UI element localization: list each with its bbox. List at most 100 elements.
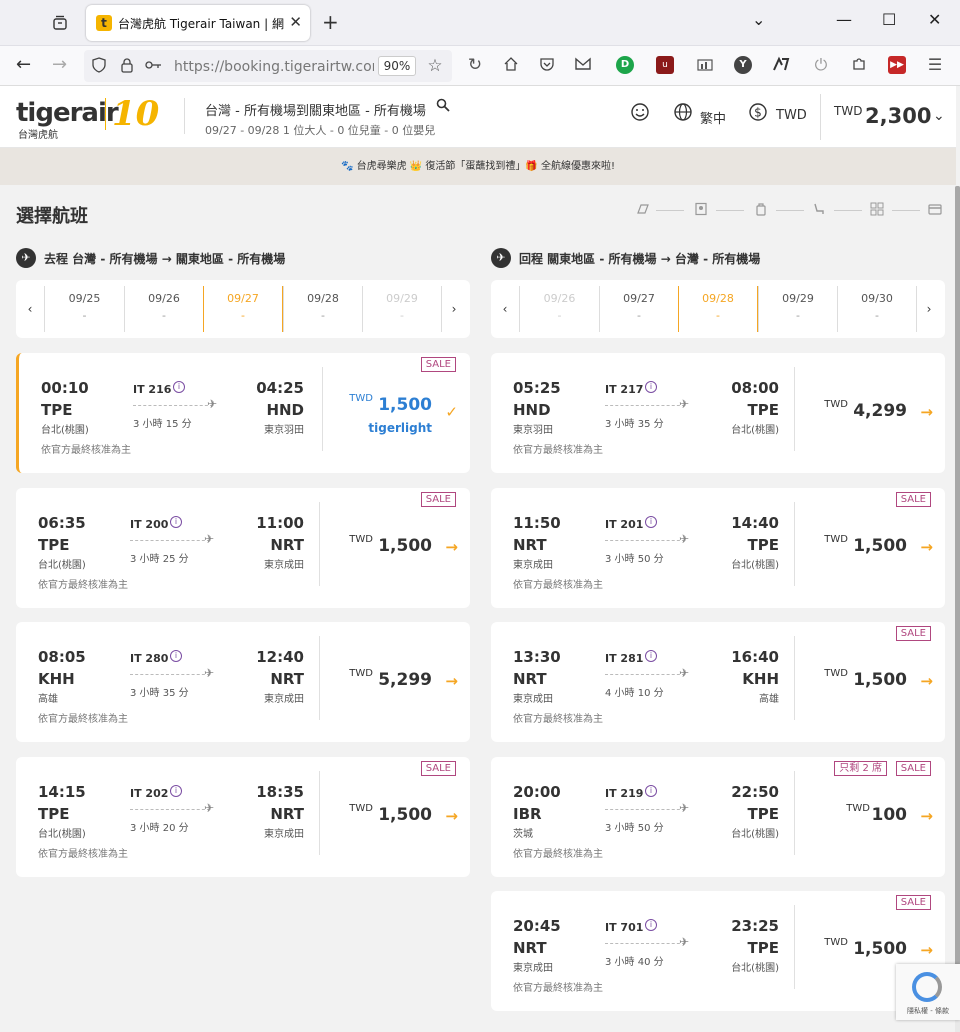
flight-info-icon[interactable]: i <box>645 515 657 528</box>
arrival-time: 14:40 <box>731 513 779 532</box>
select-arrow-icon[interactable]: → <box>920 538 933 556</box>
extension-d-icon[interactable]: D <box>616 56 634 74</box>
flight-info-icon[interactable]: i <box>170 784 182 797</box>
date-tab[interactable]: 09/30 - <box>837 286 917 332</box>
app-menu-icon[interactable]: ☰ <box>926 56 944 74</box>
route-dashed-line <box>605 808 685 810</box>
flight-card[interactable]: 08:05 KHH 高雄 IT 280 i ✈ 3 小時 35 分 12:40 NRT 東京成田依… <box>16 622 470 742</box>
pocket-icon[interactable] <box>538 56 556 74</box>
select-arrow-icon[interactable]: → <box>920 672 933 690</box>
flight-card[interactable]: 20:45 NRT 東京成田 IT 701 i ✈ 3 小時 40 分 23:25 TPE 台北(… <box>491 891 945 1011</box>
tab-overview-icon[interactable] <box>50 13 70 33</box>
extension-y-icon[interactable]: Y <box>734 56 752 74</box>
tab-list-chevron-icon[interactable]: ⌄ <box>752 10 765 29</box>
tab-close-icon[interactable]: ✕ <box>289 13 302 31</box>
recaptcha-badge[interactable]: 隱私權 - 條款 <box>896 964 960 1020</box>
extension-chart-icon[interactable] <box>696 56 714 74</box>
flight-info-icon[interactable]: i <box>645 650 657 662</box>
fare-price[interactable]: 100 <box>872 805 908 825</box>
window-close-icon[interactable]: ✕ <box>928 10 941 29</box>
date-tab[interactable]: 09/27 - <box>598 286 679 332</box>
select-arrow-icon[interactable]: → <box>920 807 933 825</box>
outbound-prev-date-icon[interactable]: ‹ <box>16 280 44 338</box>
scrollbar-thumb[interactable] <box>955 186 960 966</box>
home-icon[interactable] <box>502 56 520 74</box>
flight-info-icon[interactable]: i <box>170 650 182 662</box>
flight-info-icon[interactable]: i <box>170 515 182 528</box>
language-selector[interactable]: 繁中 <box>700 108 726 127</box>
reload-icon[interactable]: ↻ <box>466 56 484 74</box>
flight-card[interactable]: 06:35 TPE 台北(桃園) IT 200 i ✈ 3 小時 25 分 11:00 NRT 東… <box>16 487 470 608</box>
currency-selector[interactable]: TWD <box>776 108 807 123</box>
flight-card[interactable]: 20:00 IBR 茨城 IT 219 i ✈ 3 小時 50 分 22:50 TPE 台北(桃園… <box>491 756 945 877</box>
plane-icon: ✈ <box>679 935 690 949</box>
flight-card[interactable]: 14:15 TPE 台北(桃園) IT 202 i ✈ 3 小時 20 分 18:35 NRT 東… <box>16 756 470 877</box>
back-arrow-icon[interactable]: ← <box>16 54 31 75</box>
ublock-icon[interactable]: u <box>656 56 674 74</box>
inbound-next-date-icon[interactable]: › <box>915 280 943 338</box>
fare-price[interactable]: 1,500 <box>853 670 907 690</box>
star-icon[interactable]: ☆ <box>426 57 444 75</box>
currency-dollar-icon[interactable]: $ <box>748 102 768 126</box>
search-route[interactable]: 台灣 - 所有機場到關東地區 - 所有機場 <box>205 100 426 119</box>
date-tab[interactable]: 09/29 - <box>757 286 838 332</box>
forward-arrow-icon[interactable]: → <box>52 54 67 75</box>
select-arrow-icon[interactable]: → <box>920 403 933 421</box>
browser-navbar: ← → https://booking.tigerairtw.com 90% ☆… <box>0 46 960 86</box>
flight-card[interactable]: 11:50 NRT 東京成田 IT 201 i ✈ 3 小時 50 分 14:40 TPE 台北(… <box>491 487 945 608</box>
recaptcha-terms[interactable]: 隱私權 - 條款 <box>898 1006 958 1016</box>
key-permissions-icon[interactable] <box>144 57 162 75</box>
gmail-icon[interactable] <box>574 56 592 74</box>
minimize-icon[interactable]: — <box>836 10 852 29</box>
extension-forward-icon[interactable]: ▶▶ <box>888 56 906 74</box>
fare-price[interactable]: 1,500 <box>853 939 907 959</box>
flight-card[interactable]: 00:10 TPE 台北(桃園) IT 216 i ✈ 3 小時 15 分 04:25 HND 東… <box>16 353 470 473</box>
outbound-next-date-icon[interactable]: › <box>440 280 468 338</box>
search-icon[interactable] <box>436 98 450 116</box>
flight-info-icon[interactable]: i <box>645 919 657 931</box>
page-scrollbar[interactable] <box>955 186 960 1032</box>
power-icon[interactable]: ⏻ <box>812 56 830 74</box>
inbound-prev-date-icon[interactable]: ‹ <box>491 280 519 338</box>
select-arrow-icon[interactable]: → <box>445 807 458 825</box>
flight-card[interactable]: 13:30 NRT 東京成田 IT 281 i ✈ 4 小時 10 分 16:40 KHH 高雄依… <box>491 622 945 742</box>
flight-info-icon[interactable]: i <box>173 381 185 393</box>
flight-card[interactable]: 05:25 HND 東京羽田 IT 217 i ✈ 3 小時 35 分 08:00 TPE 台北(… <box>491 353 945 473</box>
flight-info-icon[interactable]: i <box>645 381 657 393</box>
shield-icon[interactable] <box>90 57 108 75</box>
url-bar[interactable]: https://booking.tigerairtw.com 90% ☆ <box>84 50 452 82</box>
date-tab[interactable]: 09/27 - <box>203 286 283 332</box>
flight-number: IT 281 <box>605 652 644 665</box>
fare-price[interactable]: 1,500 <box>378 805 432 825</box>
select-arrow-icon[interactable]: → <box>445 538 458 556</box>
select-arrow-icon[interactable]: → <box>445 672 458 690</box>
departure-city: 台北(桃園) <box>38 828 86 840</box>
route-dashed-line <box>605 674 685 675</box>
browser-tab-active[interactable]: t 台灣虎航 Tigerair Taiwan | 網路 ✕ <box>86 5 310 41</box>
extensions-puzzle-icon[interactable] <box>850 56 868 74</box>
smiley-feedback-icon[interactable] <box>630 102 650 126</box>
extension-ab-icon[interactable] <box>772 56 790 74</box>
flight-info-icon[interactable]: i <box>645 784 657 797</box>
departure-airport-code: KHH <box>38 670 75 688</box>
chevron-down-icon[interactable]: ⌄ <box>933 108 945 124</box>
date-tab[interactable]: 09/25 - <box>44 286 124 332</box>
date-tab[interactable]: 09/26 - <box>123 286 204 332</box>
maximize-icon[interactable]: ☐ <box>882 10 896 29</box>
select-arrow-icon[interactable]: → <box>920 941 933 959</box>
fare-price[interactable]: 4,299 <box>853 401 907 421</box>
fare-price[interactable]: 5,299 <box>378 670 432 690</box>
arrival-city: 高雄 <box>759 694 779 705</box>
fare-price[interactable]: 1,500 <box>853 536 907 556</box>
promo-banner[interactable]: 🐾 台虎尋樂虎 👑 復活節「蛋蘸找到禮」🎁 全航線優惠來啦! <box>0 148 956 185</box>
globe-icon[interactable] <box>673 102 693 126</box>
new-tab-icon[interactable]: + <box>322 10 339 34</box>
fare-price[interactable]: 1,500 <box>378 536 432 556</box>
tigerair-logo[interactable]: tigerair <box>16 98 119 128</box>
date-tab[interactable]: 09/28 - <box>678 286 758 332</box>
zoom-level[interactable]: 90% <box>378 56 416 76</box>
date-tab[interactable]: 09/28 - <box>282 286 363 332</box>
fare-price[interactable]: 1,500 <box>378 395 432 415</box>
lock-icon[interactable] <box>118 57 136 75</box>
total-amount[interactable]: 2,300 <box>865 104 931 128</box>
